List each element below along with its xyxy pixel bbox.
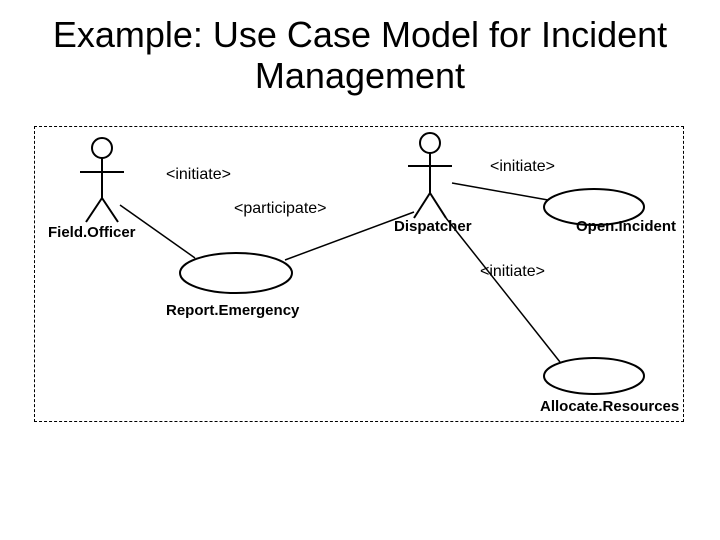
- actor-dispatcher-label: Dispatcher: [394, 218, 472, 235]
- relation-initiate-3: <initiate>: [480, 263, 545, 281]
- assoc-dispatcher-allocate: [446, 218, 560, 362]
- actor-fieldofficer-figure: [80, 138, 124, 222]
- usecase-allocate-resources-shape: [544, 358, 644, 394]
- usecase-open-incident-label: Open.Incident: [576, 218, 676, 235]
- usecase-allocate-resources-label: Allocate.Resources: [540, 398, 679, 415]
- usecase-report-emergency-label: Report.Emergency: [166, 302, 299, 319]
- assoc-dispatcher-open: [452, 183, 548, 200]
- relation-participate: <participate>: [234, 200, 327, 218]
- relation-initiate-1: <initiate>: [166, 166, 231, 184]
- actor-fieldofficer-label: Field.Officer: [48, 224, 136, 241]
- actor-dispatcher-figure: [408, 133, 452, 218]
- usecase-report-emergency-shape: [180, 253, 292, 293]
- relation-initiate-2: <initiate>: [490, 158, 555, 176]
- diagram-canvas: [0, 0, 720, 540]
